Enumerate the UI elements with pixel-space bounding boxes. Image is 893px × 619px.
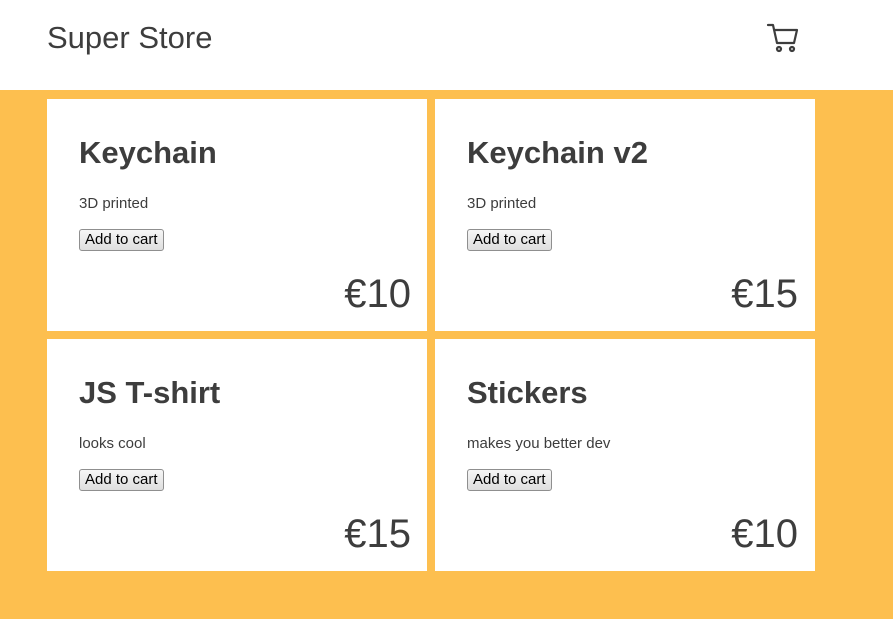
add-to-cart-button[interactable]: Add to cart <box>467 229 552 251</box>
product-description: 3D printed <box>79 195 149 212</box>
add-to-cart-button[interactable]: Add to cart <box>467 469 552 491</box>
product-name: Keychain v2 <box>467 135 648 170</box>
store-title: Super Store <box>47 20 213 55</box>
product-description: 3D printed <box>467 195 537 212</box>
shopping-cart-icon <box>766 23 799 53</box>
add-to-cart-button[interactable]: Add to cart <box>79 469 164 491</box>
product-price: €10 <box>344 272 411 316</box>
product-name: Stickers <box>467 375 588 410</box>
product-card: JS T-shirt looks cool Add to cart €15 <box>47 339 427 571</box>
product-grid: Keychain 3D printed Add to cart €10 Keyc… <box>47 99 815 571</box>
product-card: Keychain v2 3D printed Add to cart €15 <box>435 99 815 331</box>
product-description: makes you better dev <box>467 435 611 452</box>
cart-button[interactable] <box>762 18 804 58</box>
product-price: €10 <box>731 512 798 556</box>
product-name: Keychain <box>79 135 217 170</box>
product-description: looks cool <box>79 435 146 452</box>
product-card: Stickers makes you better dev Add to car… <box>435 339 815 571</box>
product-price: €15 <box>344 512 411 556</box>
product-area: Keychain 3D printed Add to cart €10 Keyc… <box>0 90 893 619</box>
site-header: Super Store <box>0 0 893 90</box>
product-name: JS T-shirt <box>79 375 221 410</box>
product-card: Keychain 3D printed Add to cart €10 <box>47 99 427 331</box>
product-price: €15 <box>731 272 798 316</box>
add-to-cart-button[interactable]: Add to cart <box>79 229 164 251</box>
